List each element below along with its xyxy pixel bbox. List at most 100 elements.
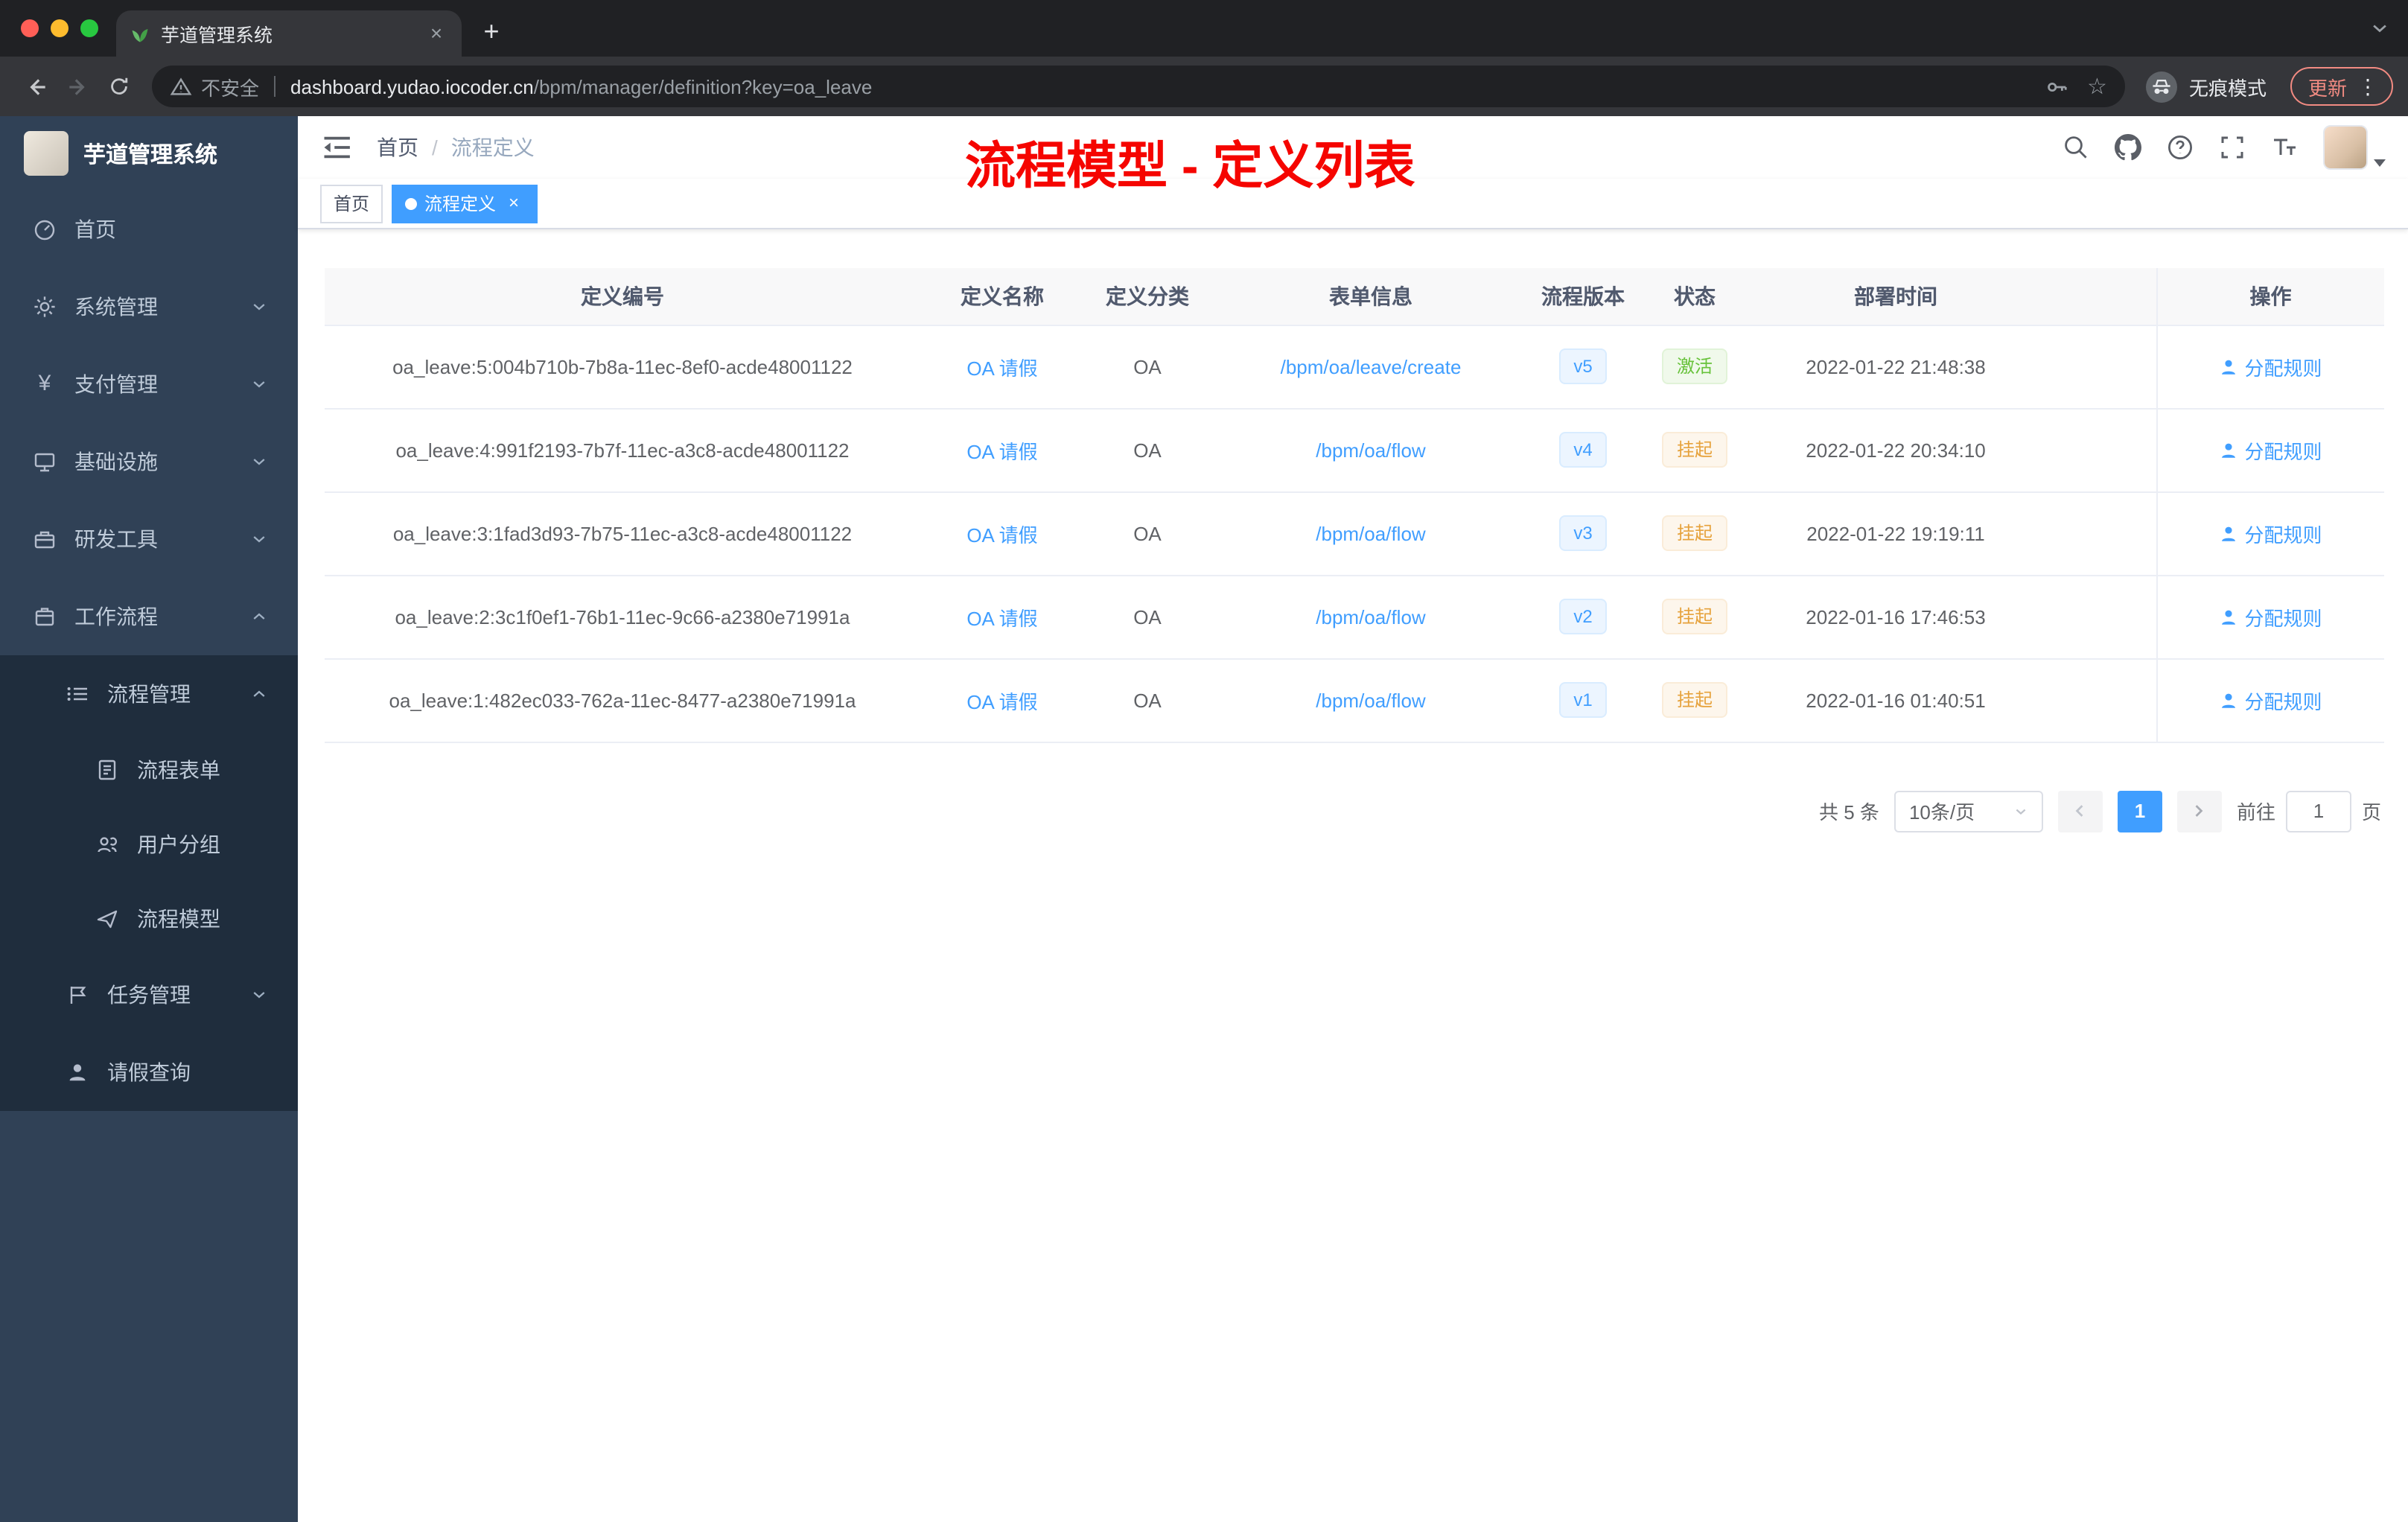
tab-close-icon[interactable]: × <box>424 21 448 45</box>
font-size-icon[interactable] <box>2271 134 2298 161</box>
form-link[interactable]: /bpm/oa/flow <box>1316 439 1425 461</box>
form-link[interactable]: /bpm/oa/flow <box>1316 689 1425 711</box>
assign-rule-button[interactable]: 分配规则 <box>2219 519 2322 547</box>
goto-page-input[interactable] <box>2285 790 2351 832</box>
definition-name-link[interactable]: OA 请假 <box>966 690 1037 713</box>
back-button[interactable] <box>15 66 57 107</box>
tag-process-definition[interactable]: 流程定义 × <box>392 184 538 223</box>
sidebar-item-infrastructure[interactable]: 基础设施 <box>0 423 298 500</box>
cell-spacer <box>2037 575 2156 659</box>
cell-definition-id: oa_leave:1:482ec033-762a-11ec-8477-a2380… <box>325 658 920 742</box>
app-logo[interactable]: 芋道管理系统 <box>0 116 298 191</box>
sidebar-item-workflow[interactable]: 工作流程 <box>0 578 298 655</box>
version-tag: v2 <box>1558 599 1608 634</box>
cell-definition-id: oa_leave:3:1fad3d93-7b75-11ec-a3c8-acde4… <box>325 491 920 576</box>
search-icon[interactable] <box>2063 134 2089 161</box>
users-icon <box>95 832 119 856</box>
help-icon[interactable] <box>2167 134 2194 161</box>
cell-definition-id: oa_leave:5:004b710b-7b8a-11ec-8ef0-acde4… <box>325 325 920 409</box>
form-link[interactable]: /bpm/oa/flow <box>1316 605 1425 628</box>
sidebar-item-process-management[interactable]: 流程管理 <box>0 655 298 733</box>
assign-rule-button[interactable]: 分配规则 <box>2219 352 2322 380</box>
pagination-total: 共 5 条 <box>1819 801 1879 824</box>
omnibox-divider <box>274 76 276 97</box>
forward-button[interactable] <box>57 66 98 107</box>
definition-name-link[interactable]: OA 请假 <box>966 607 1037 629</box>
cell-definition-id: oa_leave:4:991f2193-7b7f-11ec-a3c8-acde4… <box>325 408 920 492</box>
definition-name-link[interactable]: OA 请假 <box>966 440 1037 462</box>
chevron-right-icon <box>2196 805 2204 817</box>
prev-page-button[interactable] <box>2057 790 2103 832</box>
close-window-button[interactable] <box>21 19 39 37</box>
user-menu[interactable] <box>2323 125 2386 170</box>
chevron-down-icon <box>2374 159 2386 167</box>
bookmark-star-icon[interactable]: ☆ <box>2087 73 2107 100</box>
security-label: 不安全 <box>201 77 260 99</box>
close-icon[interactable]: × <box>503 192 524 214</box>
minimize-window-button[interactable] <box>51 19 69 37</box>
warning-icon <box>170 77 192 95</box>
sidebar-item-label: 流程模型 <box>137 907 220 931</box>
cell-deploy-time: 2022-01-16 17:46:53 <box>1754 575 2037 659</box>
col-process-version: 流程版本 <box>1531 268 1635 325</box>
key-icon[interactable] <box>2044 74 2069 99</box>
form-link[interactable]: /bpm/oa/leave/create <box>1281 355 1462 378</box>
definition-table: 定义编号 定义名称 定义分类 表单信息 流程版本 状态 部署时间 操作 oa_l… <box>325 268 2384 742</box>
cell-definition-id: oa_leave:2:3c1f0ef1-76b1-11ec-9c66-a2380… <box>325 575 920 659</box>
assign-rule-button[interactable]: 分配规则 <box>2219 436 2322 464</box>
cell-spacer <box>2037 408 2156 492</box>
sidebar-item-process-form[interactable]: 流程表单 <box>0 733 298 807</box>
chevron-left-icon <box>2076 805 2084 817</box>
tab-search-icon[interactable] <box>2369 18 2390 39</box>
cell-deploy-time: 2022-01-16 01:40:51 <box>1754 658 2037 742</box>
browser-tab[interactable]: 芋道管理系统 × <box>116 10 462 57</box>
url-host: dashboard.yudao.iocoder.cn <box>290 75 534 98</box>
sidebar-item-task-management[interactable]: 任务管理 <box>0 956 298 1034</box>
status-badge: 挂起 <box>1661 599 1727 634</box>
reload-button[interactable] <box>98 66 140 107</box>
chevron-down-icon <box>253 459 265 465</box>
sidebar-item-label: 流程表单 <box>137 758 220 782</box>
sidebar-item-process-model[interactable]: 流程模型 <box>0 882 298 956</box>
sidebar-item-leave-query[interactable]: 请假查询 <box>0 1034 298 1111</box>
form-link[interactable]: /bpm/oa/flow <box>1316 522 1425 544</box>
status-badge: 挂起 <box>1661 515 1727 551</box>
cell-category: OA <box>1084 658 1211 742</box>
definition-name-link[interactable]: OA 请假 <box>966 357 1037 379</box>
breadcrumb-home[interactable]: 首页 <box>377 133 418 162</box>
gear-icon <box>33 295 57 319</box>
sidebar-item-payment[interactable]: ¥ 支付管理 <box>0 346 298 423</box>
assign-rule-button[interactable]: 分配规则 <box>2219 686 2322 714</box>
new-tab-button[interactable]: + <box>471 10 512 52</box>
page-content: 定义编号 定义名称 定义分类 表单信息 流程版本 状态 部署时间 操作 oa_l… <box>298 229 2408 1522</box>
page-size-value: 10条/页 <box>1908 801 1975 824</box>
user-icon <box>2222 692 2236 707</box>
zoom-window-button[interactable] <box>80 19 98 37</box>
collapse-sidebar-icon[interactable] <box>320 131 353 164</box>
user-icon <box>2222 359 2236 374</box>
page-size-select[interactable]: 10条/页 <box>1893 790 2043 832</box>
version-tag: v3 <box>1558 515 1608 551</box>
sidebar-item-label: 任务管理 <box>107 983 191 1007</box>
toolbox-icon <box>33 527 57 551</box>
github-icon[interactable] <box>2115 134 2141 161</box>
sidebar-item-home[interactable]: 首页 <box>0 191 298 268</box>
sidebar-item-dev-tools[interactable]: 研发工具 <box>0 500 298 578</box>
page-number-1[interactable]: 1 <box>2117 790 2162 832</box>
logo-title: 芋道管理系统 <box>83 142 218 168</box>
address-bar[interactable]: 不安全 dashboard.yudao.iocoder.cn /bpm/mana… <box>152 66 2125 107</box>
definition-name-link[interactable]: OA 请假 <box>966 523 1037 546</box>
chevron-up-icon <box>253 690 265 697</box>
fullscreen-icon[interactable] <box>2219 134 2246 161</box>
chevron-up-icon <box>253 613 265 620</box>
tag-home[interactable]: 首页 <box>320 184 383 223</box>
chrome-update-menu-button[interactable]: 更新 ⋮ <box>2290 67 2393 106</box>
assign-rule-button[interactable]: 分配规则 <box>2219 602 2322 631</box>
col-definition-category: 定义分类 <box>1084 268 1211 325</box>
update-label: 更新 <box>2307 77 2347 99</box>
sidebar-item-user-group[interactable]: 用户分组 <box>0 807 298 882</box>
sidebar-item-system[interactable]: 系统管理 <box>0 268 298 346</box>
next-page-button[interactable] <box>2176 790 2222 832</box>
col-deploy-time: 部署时间 <box>1754 268 2037 325</box>
chevron-down-icon <box>2016 808 2026 815</box>
